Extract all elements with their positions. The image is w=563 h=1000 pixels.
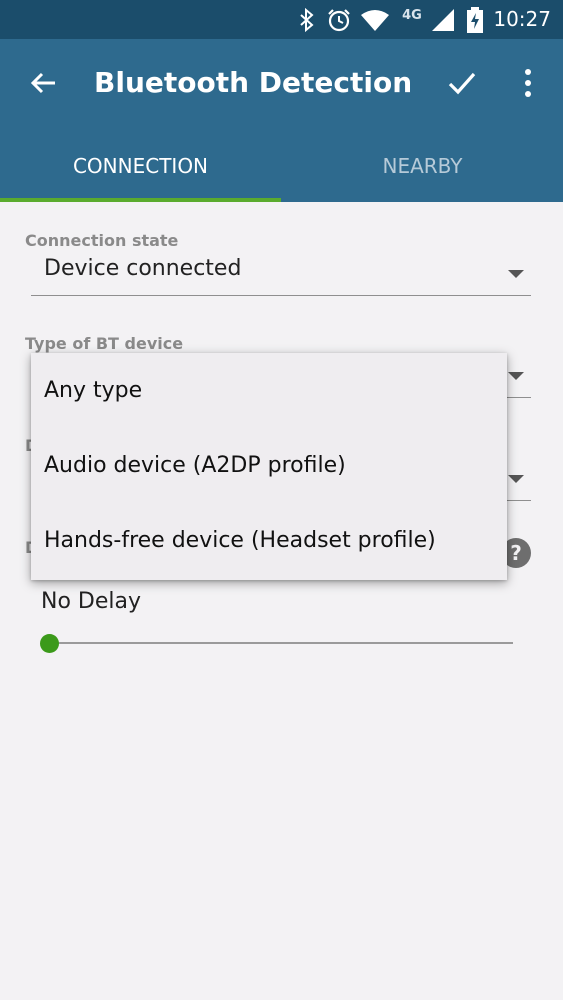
signal-icon	[430, 8, 456, 32]
check-icon[interactable]	[446, 67, 478, 99]
tab-connection[interactable]: CONNECTION	[0, 129, 281, 202]
connection-state-spinner[interactable]: Device connected	[31, 250, 531, 296]
tab-bar: CONNECTION NEARBY	[0, 129, 563, 202]
wifi-icon	[360, 8, 390, 32]
dropdown-arrow-icon	[508, 270, 524, 278]
connection-state-label: Connection state	[25, 231, 179, 250]
4g-icon: 4G	[402, 8, 422, 23]
app-toolbar: Bluetooth Detection	[0, 39, 563, 129]
more-vert-icon[interactable]	[516, 67, 540, 99]
dropdown-option-any-type[interactable]: Any type	[44, 378, 142, 403]
clock: 10:27	[493, 7, 551, 31]
connection-state-value: Device connected	[44, 256, 242, 281]
bluetooth-icon	[298, 8, 316, 32]
dropdown-arrow-icon	[508, 372, 524, 380]
delay-slider-thumb[interactable]	[40, 634, 59, 653]
tab-indicator	[0, 198, 281, 202]
delay-slider-track[interactable]	[49, 642, 513, 644]
status-bar: 4G 10:27	[0, 0, 563, 39]
dropdown-option-hands-free[interactable]: Hands-free device (Headset profile)	[44, 528, 436, 553]
alarm-icon	[326, 8, 352, 32]
page-title: Bluetooth Detection	[94, 66, 413, 99]
bt-device-type-label: Type of BT device	[25, 334, 184, 353]
dropdown-option-audio-device[interactable]: Audio device (A2DP profile)	[44, 453, 346, 478]
back-arrow-icon[interactable]	[28, 67, 60, 99]
bt-device-type-dropdown: Any type Audio device (A2DP profile) Han…	[31, 353, 507, 580]
dropdown-arrow-icon	[508, 475, 524, 483]
tab-nearby[interactable]: NEARBY	[282, 129, 563, 202]
delay-value: No Delay	[41, 589, 141, 614]
battery-icon	[466, 7, 484, 33]
